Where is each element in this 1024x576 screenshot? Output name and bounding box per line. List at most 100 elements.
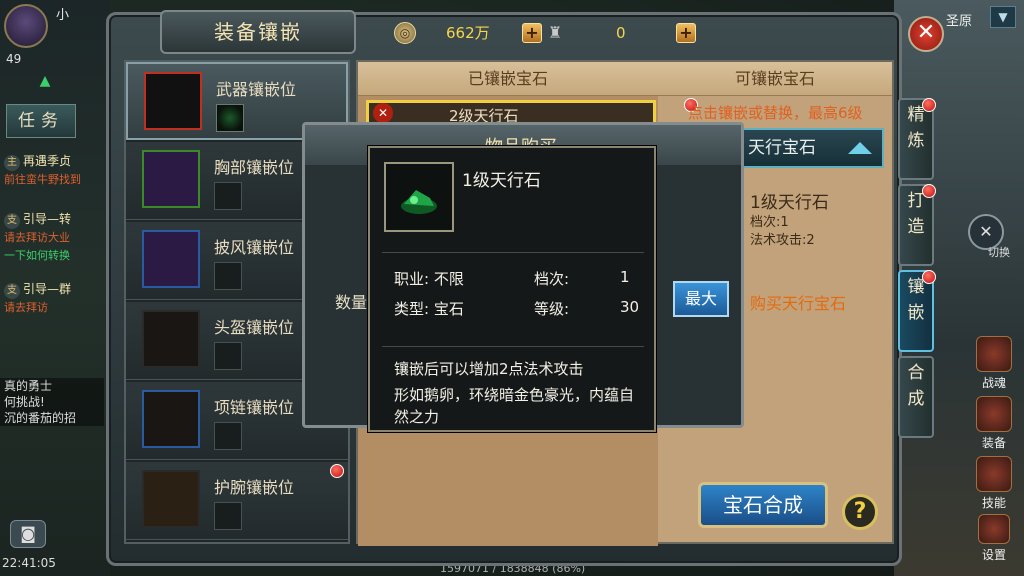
job-label: 职业: [394,270,430,288]
gem-icon [384,162,454,232]
bracer-icon [142,470,200,528]
type-value: 宝石 [433,300,464,318]
available-header: 可镶嵌宝石 [658,62,892,96]
tooltip-description: 形如鹅卵，环绕暗金色豪光，内蕴自然之力 [394,386,635,426]
warsoul-button[interactable]: 战魂 [966,336,1022,391]
close-icon[interactable]: ✕ [908,16,944,52]
embedded-header: 已镶嵌宝石 [358,62,658,96]
grade-value: 1 [620,268,630,286]
level-label: 等级: [534,300,570,318]
warsoul-icon [976,336,1012,372]
add-token-button[interactable]: + [676,23,696,43]
gold-amount: 662万 [446,24,490,42]
player-avatar[interactable] [4,4,48,48]
job-value: 不限 [433,270,464,288]
task-tab[interactable]: 任务 [6,104,76,138]
quest-link[interactable]: 一下如何转换 [4,249,70,262]
warsoul-label: 战魂 [981,376,1006,390]
gem-socket [214,262,242,290]
chat-line: 沉的番茄的招 [0,410,104,426]
coin-icon: ◎ [394,22,416,44]
slot-label: 头盔镶嵌位 [214,318,295,337]
quest-desc: 请去拜访大业 [4,231,70,244]
notification-dot [922,270,936,284]
expand-up-icon[interactable]: ▲ [34,72,56,90]
equipment-button[interactable]: 装备 [966,396,1022,451]
item-tooltip: 1级天行石 职业: 不限 档次: 1 类型: 宝石 等级: 30 镶嵌后可以增加… [368,146,656,432]
skills-button[interactable]: 技能 [966,456,1022,511]
quest-desc: 请去拜访 [4,301,48,314]
quest-title: 再遇季贞 [23,154,72,168]
player-level: 49 [6,52,22,66]
token-icon: ♜ [548,23,563,42]
tooltip-effect: 镶嵌后可以增加2点法术攻击 [394,360,584,378]
type-label: 类型: [394,300,430,318]
weapon-icon [144,72,202,130]
server-name: 圣原 [945,14,972,29]
buy-gem-link[interactable]: 购买天行宝石 [750,290,846,314]
gem-synthesis-button[interactable]: 宝石合成 [698,482,828,528]
slot-label: 披风镶嵌位 [214,238,295,257]
notification-dot [922,98,936,112]
quest-desc: 前往蛮牛野找到 [4,173,81,186]
gear-icon [978,514,1010,544]
gem-type-select[interactable]: 天行宝石 [736,128,884,168]
tooltip-item-name: 1级天行石 [462,171,541,191]
quest-tag: 支 [4,213,20,229]
quest-item[interactable]: 主再遇季贞 前往蛮牛野找到 [4,152,104,189]
divider [382,252,644,253]
token-amount: 0 [616,24,626,42]
triangle-up-icon [848,142,872,154]
slot-label: 武器镶嵌位 [216,80,297,99]
quantity-label: 数量 [335,293,368,312]
divider [382,346,644,347]
gem-card-grade: 档次:1 [750,215,789,230]
chat-box[interactable]: 真的勇士 何挑战! 沉的番茄的招 [0,378,104,426]
settings-label: 设置 [981,548,1006,562]
necklace-icon [142,390,200,448]
gem-card-attr: 法术攻击:2 [750,233,815,248]
max-quantity-button[interactable]: 最大 [673,281,729,317]
level-value: 30 [620,298,640,316]
inlay-hint: 点击镶嵌或替换，最高6级 [688,104,863,122]
help-icon[interactable]: ? [842,494,878,530]
slot-label: 胸部镶嵌位 [214,158,295,177]
skills-label: 技能 [981,496,1006,510]
player-name: 小 [56,8,70,23]
quest-item[interactable]: 支引导—转 请去拜访大业 一下如何转换 [4,210,104,265]
skills-icon [976,456,1012,492]
tab-combine[interactable]: 合成 [898,356,934,438]
equipment-icon [976,396,1012,432]
notification-dot [922,184,936,198]
equipment-label: 装备 [981,436,1006,450]
quest-item[interactable]: 支引导—群 请去拜访 [4,280,104,317]
add-gold-button[interactable]: + [522,23,542,43]
remove-icon[interactable]: ✕ [373,103,393,123]
collapse-down-icon[interactable]: ▼ [990,6,1016,28]
camera-icon[interactable]: ◙ [10,520,46,548]
gem-socket [216,104,244,132]
quest-title: 引导—群 [23,282,72,296]
slot-label: 护腕镶嵌位 [214,478,295,497]
clock: 22:41:05 [2,556,56,570]
slot-label: 项链镶嵌位 [214,398,295,417]
panel-title: 装备镶嵌 [160,10,356,54]
gem-socket [214,422,242,450]
quest-tag: 主 [4,155,20,171]
notification-dot [330,464,344,478]
grade-label: 档次: [534,270,570,288]
quest-tag: 支 [4,283,20,299]
chat-line: 真的勇士 [0,378,104,394]
settings-button[interactable]: 设置 [966,514,1022,563]
gem-card-name: 1级天行石 [750,193,829,213]
gem-card-meta: 档次:1 法术攻击:2 [750,214,815,250]
slot-bracer[interactable]: 护腕镶嵌位 [126,462,348,540]
chest-armor-icon [142,150,200,208]
gem-socket [214,182,242,210]
gem-socket [214,342,242,370]
switch-label: 切换 [988,246,1010,259]
quest-title: 引导—转 [23,212,72,226]
gem-socket [214,502,242,530]
cloak-icon [142,230,200,288]
gem-type-value: 天行宝石 [748,138,816,158]
